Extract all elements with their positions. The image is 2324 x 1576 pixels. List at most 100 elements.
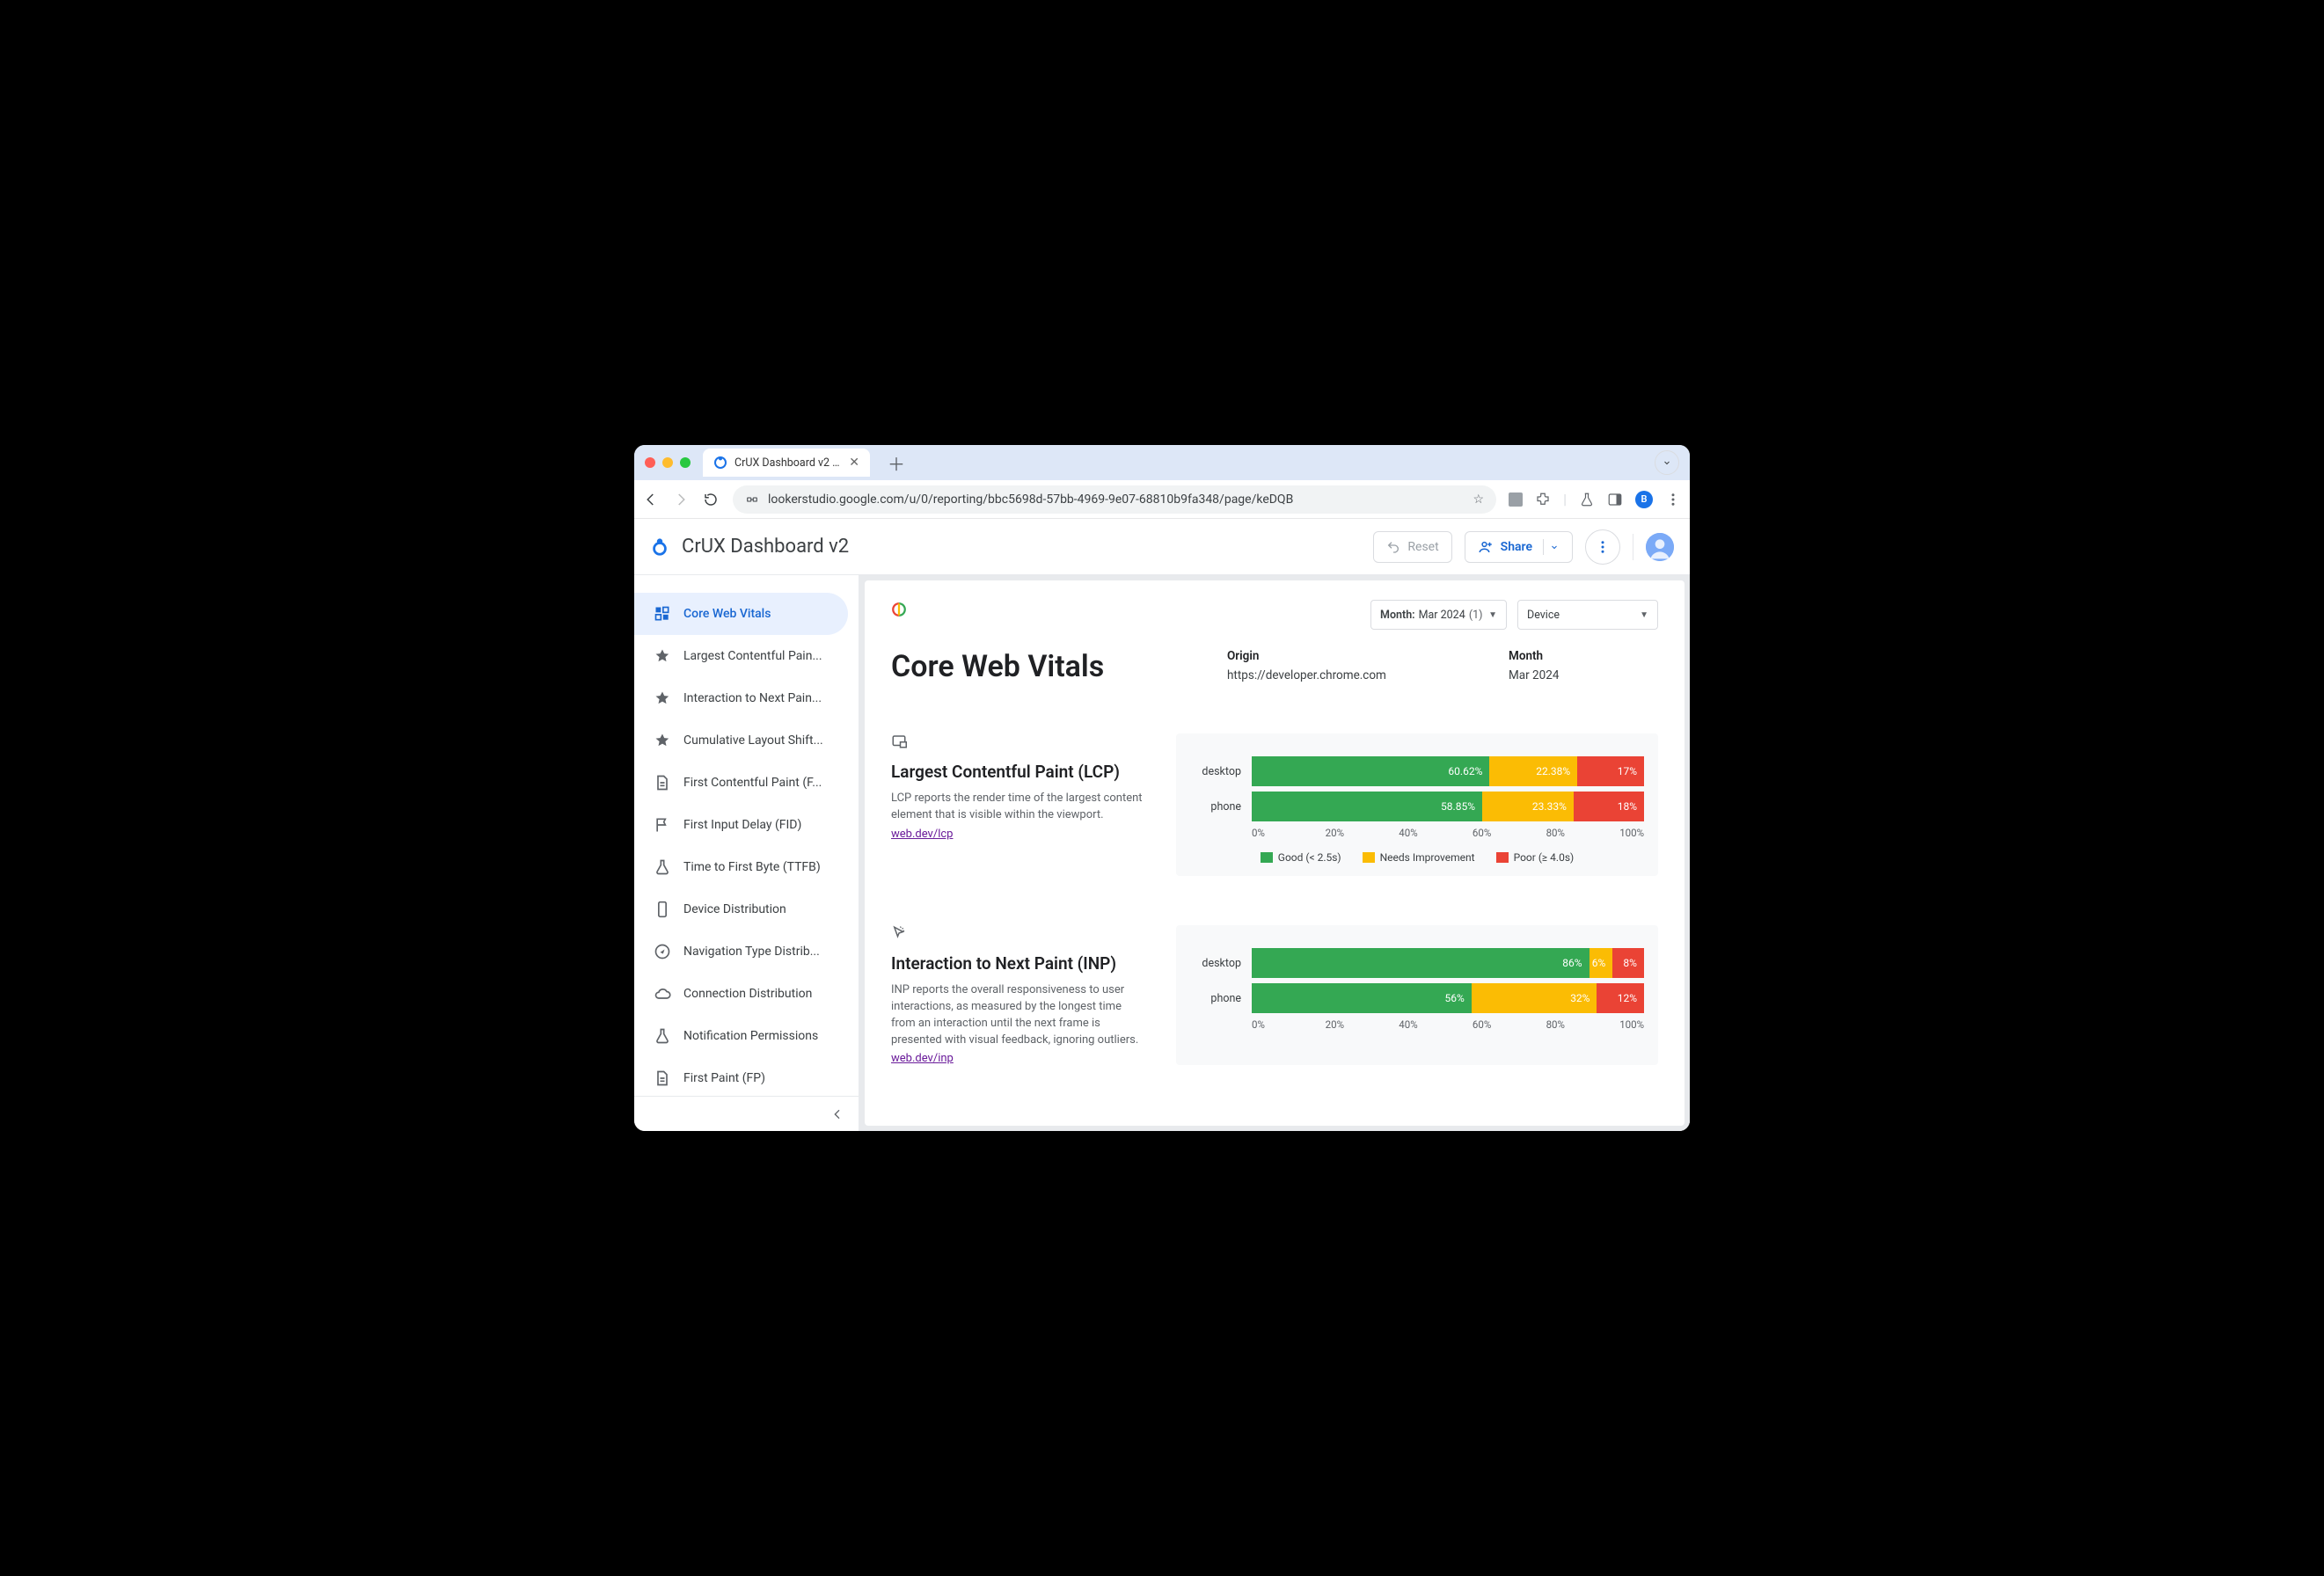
browser-tab[interactable]: CrUX Dashboard v2 › Core W… ✕ <box>703 449 870 477</box>
chart-seg-ni: 23.33% <box>1482 792 1574 821</box>
axis-tick: 0% <box>1252 1018 1326 1031</box>
window-close-icon[interactable] <box>645 457 655 468</box>
chart-seg-poor: 17% <box>1577 756 1644 786</box>
new-tab-button[interactable]: ＋ <box>882 449 910 478</box>
reload-button[interactable] <box>703 492 720 507</box>
window-traffic-lights <box>645 457 691 468</box>
metric-inp: Interaction to Next Paint (INP)INP repor… <box>891 925 1658 1065</box>
metric-desc: INP reports the overall responsiveness t… <box>891 982 1146 1048</box>
share-button[interactable]: Share <box>1465 531 1573 563</box>
axis-tick: 20% <box>1326 1018 1400 1031</box>
sidebar-item-0[interactable]: Core Web Vitals <box>634 593 848 635</box>
metric-title: Largest Contentful Paint (LCP) <box>891 762 1146 782</box>
sidebar: Core Web Vitals Largest Contentful Pain..… <box>634 575 859 1131</box>
axis-tick: 80% <box>1546 827 1620 839</box>
sidebar-collapse-button[interactable] <box>634 1096 859 1131</box>
origin-label: Origin <box>1227 649 1473 663</box>
chart-seg-good: 56% <box>1252 983 1472 1013</box>
axis-tick: 80% <box>1546 1018 1620 1031</box>
sidebar-item-8[interactable]: Navigation Type Distrib... <box>634 930 848 973</box>
report-page: Month: Mar 2024 (1) ▼ Device ▼ Core Web … <box>865 580 1685 1126</box>
flask-icon <box>654 1027 671 1045</box>
share-label: Share <box>1501 540 1532 554</box>
sidebar-item-label: Time to First Byte (TTFB) <box>683 860 821 874</box>
sidebar-item-11[interactable]: First Paint (FP) <box>634 1057 848 1096</box>
forward-button <box>673 492 691 507</box>
chart-row-label: phone <box>1190 992 1241 1005</box>
sidebar-item-label: Notification Permissions <box>683 1029 818 1043</box>
chart-seg-ni: 6% <box>1590 948 1613 978</box>
metric-link[interactable]: web.dev/inp <box>891 1052 954 1065</box>
tabs-dropdown-icon[interactable] <box>1655 450 1679 475</box>
axis-tick: 100% <box>1619 1018 1644 1031</box>
sidebar-item-10[interactable]: Notification Permissions <box>634 1015 848 1057</box>
address-bar[interactable]: lookerstudio.google.com/u/0/reporting/bb… <box>733 485 1496 514</box>
month-filter[interactable]: Month: Mar 2024 (1) ▼ <box>1370 600 1507 630</box>
legend-ni: Needs Improvement <box>1380 851 1475 864</box>
sidebar-item-label: Cumulative Layout Shift... <box>683 733 823 748</box>
device-filter-label: Device <box>1527 609 1560 622</box>
side-panel-icon[interactable] <box>1607 492 1623 507</box>
report-canvas: Month: Mar 2024 (1) ▼ Device ▼ Core Web … <box>859 575 1690 1131</box>
chart-bar: 86%6%8% <box>1252 948 1644 978</box>
metric-desc: LCP reports the render time of the large… <box>891 791 1146 824</box>
sidebar-item-label: Navigation Type Distrib... <box>683 945 820 959</box>
metric-link[interactable]: web.dev/lcp <box>891 828 953 841</box>
chevron-left-icon <box>830 1107 844 1121</box>
sidebar-item-1[interactable]: Largest Contentful Pain... <box>634 635 848 677</box>
sidebar-item-3[interactable]: Cumulative Layout Shift... <box>634 719 848 762</box>
doc-icon <box>654 774 671 792</box>
chart-seg-ni: 32% <box>1472 983 1597 1013</box>
reset-button[interactable]: Reset <box>1373 531 1451 563</box>
device-filter[interactable]: Device ▼ <box>1517 600 1658 630</box>
window-zoom-icon[interactable] <box>680 457 691 468</box>
chart-bar: 60.62%22.38%17% <box>1252 756 1644 786</box>
window-minimize-icon[interactable] <box>662 457 673 468</box>
sidebar-item-2[interactable]: Interaction to Next Pain... <box>634 677 848 719</box>
tab-favicon-icon <box>713 456 727 470</box>
sidebar-item-label: Largest Contentful Pain... <box>683 649 822 663</box>
chart-row-label: phone <box>1190 800 1241 814</box>
browser-menu-icon[interactable] <box>1665 492 1681 507</box>
browser-window: CrUX Dashboard v2 › Core W… ✕ ＋ lookerst… <box>634 445 1690 1131</box>
metric-chart: desktop86%6%8%phone56%32%12%0%20%40%60%8… <box>1176 925 1658 1065</box>
sidebar-item-label: Interaction to Next Pain... <box>683 691 822 705</box>
chevron-down-icon <box>1549 542 1560 552</box>
sidebar-item-label: First Input Delay (FID) <box>683 818 801 832</box>
back-button[interactable] <box>643 492 661 507</box>
app-title: CrUX Dashboard v2 <box>682 536 849 558</box>
profile-avatar-icon[interactable]: B <box>1635 491 1653 508</box>
star-icon <box>654 732 671 749</box>
sidebar-item-label: Device Distribution <box>683 902 786 916</box>
sidebar-item-label: First Paint (FP) <box>683 1071 765 1085</box>
axis-tick: 100% <box>1619 827 1644 839</box>
extension-icon[interactable] <box>1509 492 1523 507</box>
extensions-puzzle-icon[interactable] <box>1535 492 1551 507</box>
star-icon <box>654 690 671 707</box>
month-filter-prefix: Month: <box>1380 609 1415 622</box>
flag-icon <box>654 816 671 834</box>
month-label: Month <box>1509 649 1658 663</box>
site-info-icon[interactable] <box>745 492 759 507</box>
sidebar-item-5[interactable]: First Input Delay (FID) <box>634 804 848 846</box>
axis-tick: 60% <box>1473 827 1546 839</box>
bookmark-star-icon[interactable]: ☆ <box>1473 492 1485 507</box>
sidebar-item-7[interactable]: Device Distribution <box>634 888 848 930</box>
month-filter-count: (1) <box>1469 609 1483 622</box>
tab-title: CrUX Dashboard v2 › Core W… <box>734 456 842 470</box>
chevron-down-icon: ▼ <box>1487 610 1497 620</box>
labs-flask-icon[interactable] <box>1579 492 1595 507</box>
sidebar-item-label: First Contentful Paint (F... <box>683 776 822 790</box>
star-icon <box>654 647 671 665</box>
tab-close-icon[interactable]: ✕ <box>849 456 859 470</box>
origin-value: https://developer.chrome.com <box>1227 668 1473 682</box>
month-filter-value: Mar 2024 <box>1419 609 1465 622</box>
more-options-button[interactable] <box>1585 529 1620 565</box>
user-avatar-icon[interactable] <box>1646 533 1674 561</box>
sidebar-item-9[interactable]: Connection Distribution <box>634 973 848 1015</box>
axis-tick: 60% <box>1473 1018 1546 1031</box>
sidebar-item-6[interactable]: Time to First Byte (TTFB) <box>634 846 848 888</box>
sidebar-item-label: Connection Distribution <box>683 987 812 1001</box>
browser-tabbar: CrUX Dashboard v2 › Core W… ✕ ＋ <box>634 445 1690 480</box>
sidebar-item-4[interactable]: First Contentful Paint (F... <box>634 762 848 804</box>
